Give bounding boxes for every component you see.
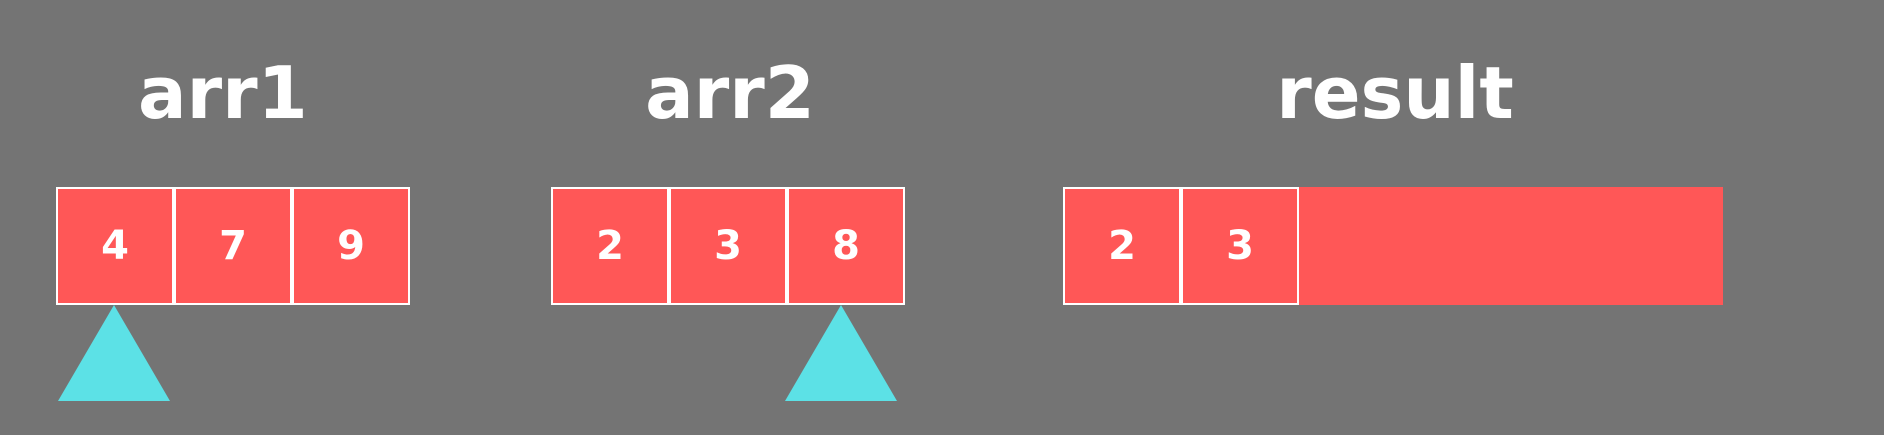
result-title: result xyxy=(1276,51,1514,135)
arr2-cell: 3 xyxy=(669,187,787,305)
arr1-cell: 4 xyxy=(56,187,174,305)
result-empty-slots xyxy=(1299,187,1723,305)
arr1-cell: 7 xyxy=(174,187,292,305)
arr1-title: arr1 xyxy=(138,51,308,135)
arr1-cell: 9 xyxy=(292,187,410,305)
arr2-cell: 2 xyxy=(551,187,669,305)
arr2-title: arr2 xyxy=(645,51,815,135)
diagram-canvas: { "arr1": { "label": "arr1", "values": [… xyxy=(0,0,1884,435)
result-array: 2 3 xyxy=(1063,187,1723,305)
result-cell: 3 xyxy=(1181,187,1299,305)
arr2-pointer-triangle-icon xyxy=(785,305,897,401)
arr2-cell: 8 xyxy=(787,187,905,305)
arr1-array: 4 7 9 xyxy=(56,187,410,305)
arr2-array: 2 3 8 xyxy=(551,187,905,305)
arr1-pointer-triangle-icon xyxy=(58,305,170,401)
result-cell: 2 xyxy=(1063,187,1181,305)
